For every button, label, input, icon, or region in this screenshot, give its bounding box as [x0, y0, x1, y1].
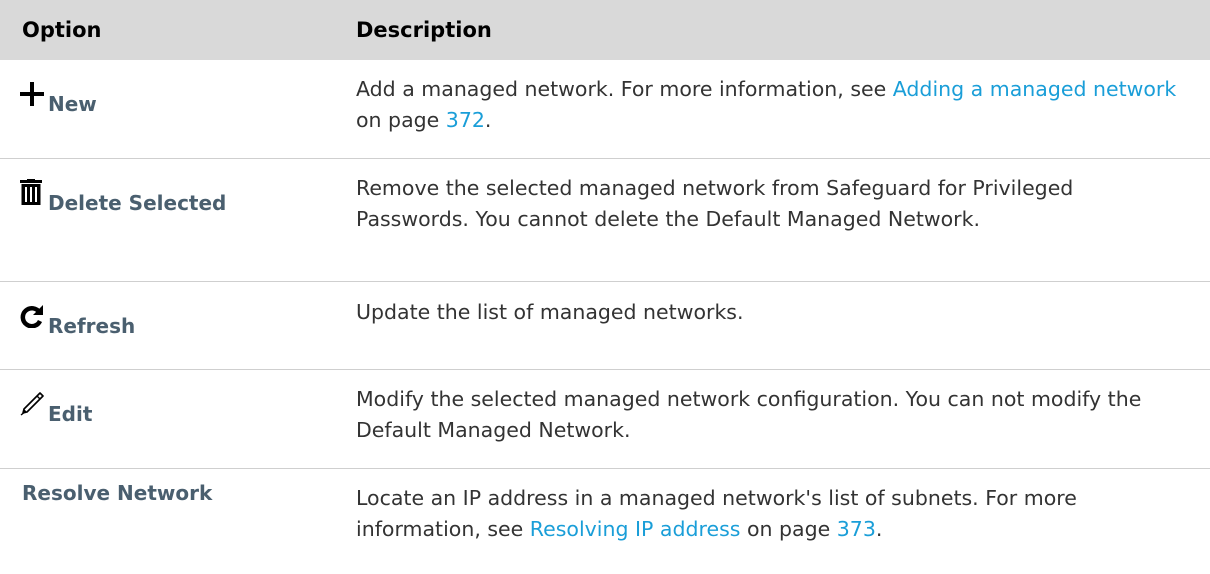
option-cell: New	[0, 60, 339, 159]
table-header-row: Option Description	[0, 0, 1210, 60]
description-cell: Remove the selected managed network from…	[339, 159, 1210, 282]
trash-icon	[20, 169, 46, 205]
description-text: Add a managed network. For more informat…	[356, 77, 893, 101]
option-cell: Resolve Network	[0, 469, 339, 574]
option-label-new: New	[48, 94, 97, 114]
table-row: Delete Selected Remove the selected mana…	[0, 159, 1210, 282]
option-column-header: Option	[0, 0, 339, 60]
link-page-373[interactable]: 373	[837, 517, 876, 541]
description-text: on page	[356, 108, 446, 132]
description-column-header: Description	[339, 0, 1210, 60]
option-label-delete-selected: Delete Selected	[48, 193, 226, 213]
description-cell: Add a managed network. For more informat…	[339, 60, 1210, 159]
option-cell: Delete Selected	[0, 159, 339, 282]
description-text: .	[485, 108, 492, 132]
refresh-icon	[20, 292, 46, 328]
table-row: Resolve Network Locate an IP address in …	[0, 469, 1210, 574]
description-text: .	[876, 517, 883, 541]
description-cell: Update the list of managed networks.	[339, 282, 1210, 370]
option-cell: Refresh	[0, 282, 339, 370]
option-label-resolve-network: Resolve Network	[20, 483, 212, 503]
link-resolving-ip-address[interactable]: Resolving IP address	[530, 517, 741, 541]
pencil-icon	[20, 380, 46, 416]
description-cell: Modify the selected managed network conf…	[339, 370, 1210, 469]
table-row: Refresh Update the list of managed netwo…	[0, 282, 1210, 370]
description-cell: Locate an IP address in a managed networ…	[339, 469, 1210, 574]
options-table: Option Description New Add a managed n	[0, 0, 1210, 574]
option-label-refresh: Refresh	[48, 316, 135, 336]
link-adding-managed-network[interactable]: Adding a managed network	[893, 77, 1176, 101]
option-cell: Edit	[0, 370, 339, 469]
table-row: New Add a managed network. For more info…	[0, 60, 1210, 159]
description-text: on page	[740, 517, 836, 541]
plus-icon	[20, 70, 46, 106]
option-label-edit: Edit	[48, 404, 92, 424]
link-page-372[interactable]: 372	[446, 108, 485, 132]
table-row: Edit Modify the selected managed network…	[0, 370, 1210, 469]
